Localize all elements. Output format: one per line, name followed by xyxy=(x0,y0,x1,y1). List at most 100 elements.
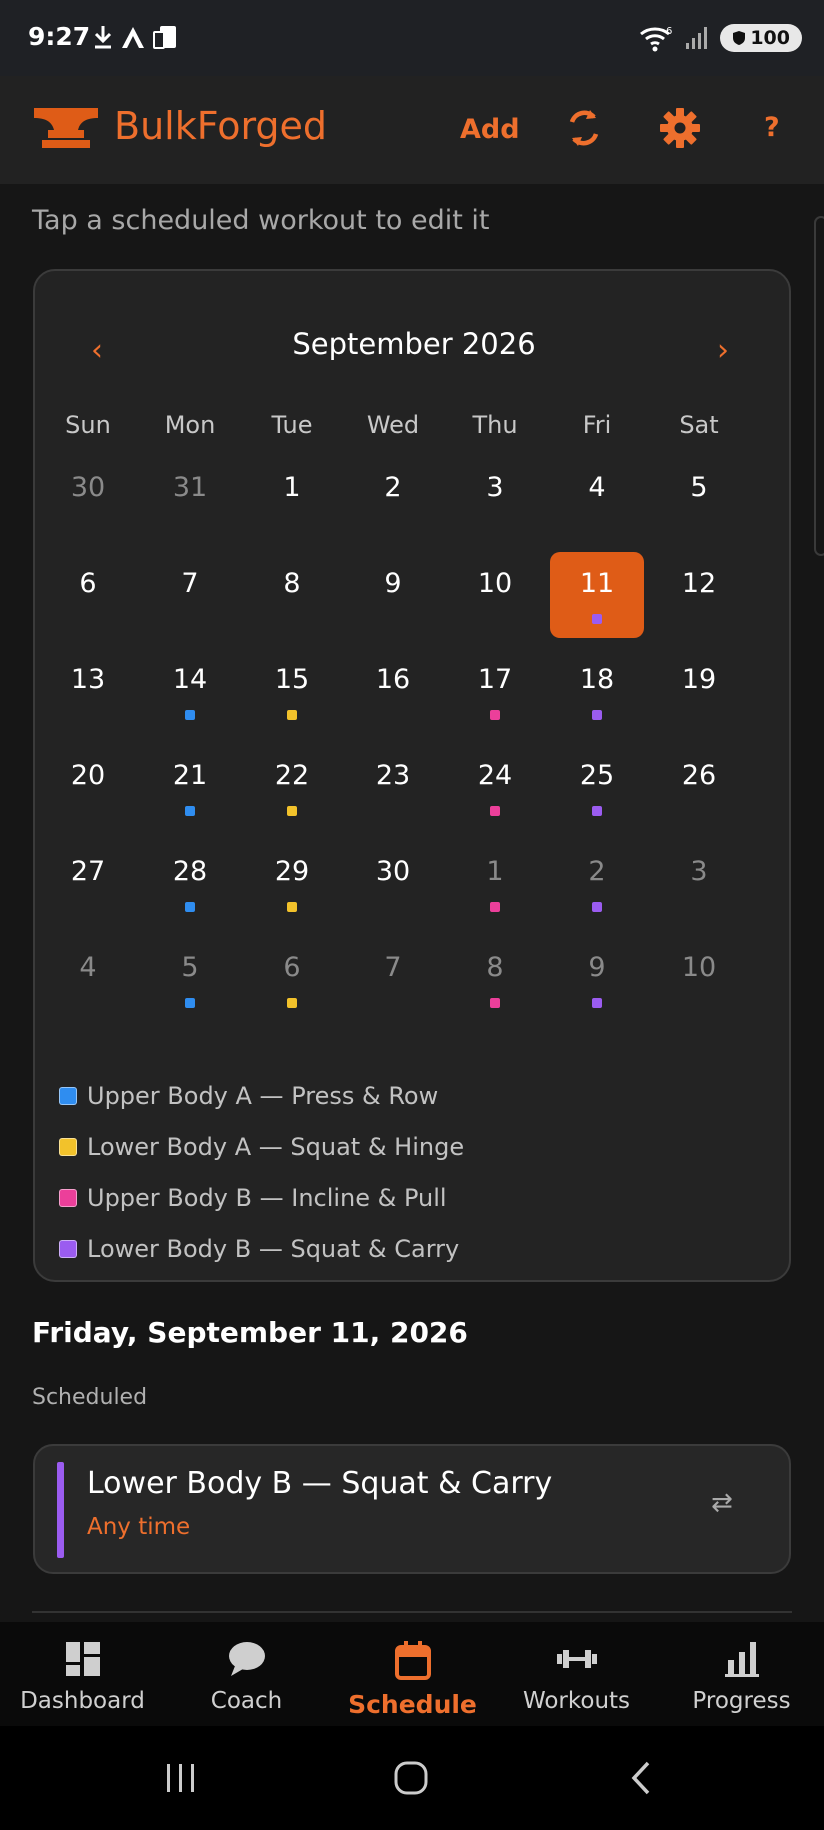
calendar-icon xyxy=(394,1641,431,1680)
day-number: 25 xyxy=(579,760,615,791)
workout-marker xyxy=(490,902,500,912)
app-logo-icon xyxy=(122,27,144,48)
calendar-day[interactable]: 15 xyxy=(245,648,339,734)
calendar-day[interactable]: 18 xyxy=(550,648,644,734)
legend-swatch xyxy=(59,1240,77,1258)
scheduled-workout-title: Lower Body B — Squat & Carry xyxy=(87,1466,553,1501)
month-label: September 2026 xyxy=(292,327,536,361)
calendar-day[interactable]: 31 xyxy=(143,456,237,542)
calendar-day[interactable]: 4 xyxy=(41,936,135,1022)
next-month-button[interactable]: › xyxy=(717,333,729,368)
calendar-day[interactable]: 24 xyxy=(448,744,542,830)
calendar-day[interactable]: 12 xyxy=(652,552,746,638)
calendar-day[interactable]: 16 xyxy=(346,648,440,734)
nav-schedule[interactable]: Schedule xyxy=(330,1640,495,1719)
scrollbar[interactable] xyxy=(814,216,824,556)
day-number: 7 xyxy=(384,952,402,983)
nav-coach[interactable]: Coach xyxy=(164,1640,329,1714)
calendar-card: ‹ September 2026 › Sun Mon Tue Wed Thu Fri Sat… xyxy=(33,269,791,1282)
workout-marker xyxy=(287,902,297,912)
day-number: 20 xyxy=(70,760,106,791)
workout-marker xyxy=(592,998,602,1008)
calendar-day[interactable]: 10 xyxy=(652,936,746,1022)
calendar-day[interactable]: 2 xyxy=(550,840,644,926)
day-number: 13 xyxy=(70,664,106,695)
dumbbell-icon xyxy=(556,1650,597,1668)
calendar-day[interactable]: 20 xyxy=(41,744,135,830)
legend-swatch xyxy=(59,1087,77,1105)
day-number: 29 xyxy=(274,856,310,887)
calendar-day[interactable]: 19 xyxy=(652,648,746,734)
day-number: 30 xyxy=(375,856,411,887)
sync-button[interactable] xyxy=(564,104,604,152)
legend-item: Upper Body A — Press & Row xyxy=(59,1081,438,1111)
workout-marker xyxy=(490,806,500,816)
day-number: 7 xyxy=(181,568,199,599)
home-icon[interactable] xyxy=(393,1760,429,1796)
calendar-day[interactable]: 8 xyxy=(448,936,542,1022)
calendar-day[interactable]: 9 xyxy=(346,552,440,638)
calendar-day[interactable]: 7 xyxy=(346,936,440,1022)
calendar-day[interactable]: 22 xyxy=(245,744,339,830)
day-number: 28 xyxy=(172,856,208,887)
hint-text: Tap a scheduled workout to edit it xyxy=(32,205,490,236)
nav-workouts[interactable]: Workouts xyxy=(494,1640,659,1714)
calendar-day[interactable]: 10 xyxy=(448,552,542,638)
help-button[interactable]: ? xyxy=(764,112,780,143)
recent-apps-icon[interactable] xyxy=(164,1762,198,1794)
calendar-day[interactable]: 1 xyxy=(448,840,542,926)
day-number: 5 xyxy=(181,952,199,983)
scheduled-workout-time: Any time xyxy=(87,1514,191,1540)
calendar-day[interactable]: 7 xyxy=(143,552,237,638)
calendar-day[interactable]: 5 xyxy=(143,936,237,1022)
calendar-day[interactable]: 13 xyxy=(41,648,135,734)
calendar-day[interactable]: 28 xyxy=(143,840,237,926)
calendar-day[interactable]: 5 xyxy=(652,456,746,542)
nav-dashboard[interactable]: Dashboard xyxy=(0,1640,165,1714)
calendar-day[interactable]: 2 xyxy=(346,456,440,542)
settings-gear-icon[interactable] xyxy=(658,104,702,152)
workout-marker xyxy=(592,614,602,624)
bottom-navigation: Dashboard Coach Schedule Workouts Progre… xyxy=(0,1622,824,1726)
divider xyxy=(32,1611,792,1613)
calendar-day[interactable]: 4 xyxy=(550,456,644,542)
calendar-day[interactable]: 3 xyxy=(448,456,542,542)
calendar-day[interactable]: 21 xyxy=(143,744,237,830)
signal-icon xyxy=(686,27,708,49)
day-number: 12 xyxy=(681,568,717,599)
calendar-day[interactable]: 17 xyxy=(448,648,542,734)
calendar-day[interactable]: 27 xyxy=(41,840,135,926)
workout-marker xyxy=(287,710,297,720)
system-navigation-bar xyxy=(0,1726,824,1830)
day-number: 16 xyxy=(375,664,411,695)
day-number: 21 xyxy=(172,760,208,791)
calendar-day[interactable]: 14 xyxy=(143,648,237,734)
calendar-day[interactable]: 23 xyxy=(346,744,440,830)
calendar-day[interactable]: 3 xyxy=(652,840,746,926)
calendar-day[interactable]: 29 xyxy=(245,840,339,926)
notification-icons xyxy=(92,22,180,52)
shield-icon xyxy=(733,31,746,45)
scheduled-workout-card[interactable]: Lower Body B — Squat & Carry Any time ⇄ xyxy=(33,1444,791,1574)
battery-indicator: 100 xyxy=(720,24,802,52)
calendar-day-selected[interactable]: 11 xyxy=(550,552,644,638)
calendar-day[interactable]: 26 xyxy=(652,744,746,830)
back-icon[interactable] xyxy=(628,1760,654,1796)
calendar-day[interactable]: 30 xyxy=(346,840,440,926)
calendar-day[interactable]: 6 xyxy=(41,552,135,638)
calendar-day[interactable]: 30 xyxy=(41,456,135,542)
add-button[interactable]: Add xyxy=(460,114,520,145)
svg-text:6: 6 xyxy=(666,26,672,37)
nav-progress[interactable]: Progress xyxy=(659,1640,824,1714)
swap-icon[interactable]: ⇄ xyxy=(711,1488,733,1518)
legend-item: Upper Body B — Incline & Pull xyxy=(59,1183,447,1213)
anvil-logo-icon xyxy=(34,108,98,148)
day-number: 6 xyxy=(79,568,97,599)
calendar-day[interactable]: 9 xyxy=(550,936,644,1022)
calendar-day[interactable]: 1 xyxy=(245,456,339,542)
nav-label: Workouts xyxy=(522,1688,631,1714)
selected-date-heading: Friday, September 11, 2026 xyxy=(32,1316,468,1349)
calendar-day[interactable]: 6 xyxy=(245,936,339,1022)
calendar-day[interactable]: 8 xyxy=(245,552,339,638)
calendar-day[interactable]: 25 xyxy=(550,744,644,830)
